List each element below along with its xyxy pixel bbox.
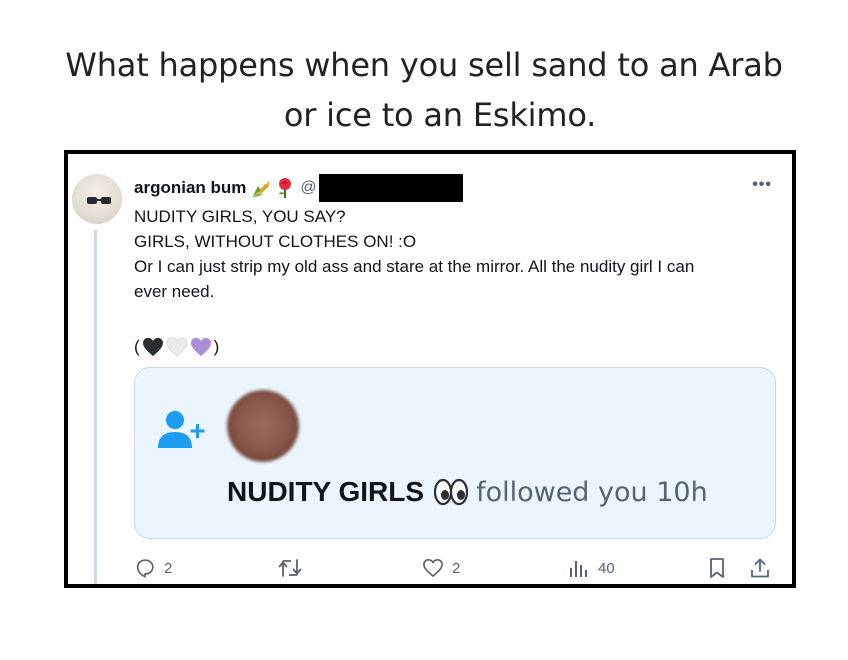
follow-message: followed you 10h bbox=[476, 476, 708, 508]
share-icon bbox=[751, 558, 769, 578]
retweet-button[interactable] bbox=[278, 556, 310, 580]
white-heart-icon bbox=[166, 336, 188, 357]
tweet-header: argonian bum @ bbox=[134, 174, 463, 202]
tweet-text-line: Or I can just strip my old ass and stare… bbox=[134, 257, 695, 276]
follower-name: NUDITY GIRLS bbox=[227, 476, 425, 507]
bookmark-icon bbox=[710, 558, 724, 578]
purple-heart-icon bbox=[190, 337, 211, 356]
handle-prefix[interactable]: @ bbox=[300, 179, 316, 197]
tweet-text: NUDITY GIRLS, YOU SAY? GIRLS, WITHOUT CL… bbox=[134, 204, 784, 359]
eyes-emoji-icon bbox=[434, 478, 469, 506]
retweet-icon bbox=[278, 559, 302, 577]
tweet-action-bar: 2 2 40 bbox=[132, 556, 782, 580]
reply-count: 2 bbox=[164, 559, 173, 577]
rose-emoji-icon bbox=[276, 177, 294, 199]
hearts-close-paren: ) bbox=[213, 337, 220, 356]
caption-line-1: What happens when you sell sand to an Ar… bbox=[65, 46, 783, 84]
display-name[interactable]: argonian bum bbox=[134, 178, 246, 198]
glasses-icon bbox=[87, 197, 111, 204]
like-count: 2 bbox=[452, 559, 461, 577]
thread-line bbox=[94, 230, 97, 584]
heart-icon bbox=[423, 559, 443, 577]
tweet-text-line: NUDITY GIRLS, YOU SAY? bbox=[134, 207, 346, 226]
black-heart-icon bbox=[142, 337, 163, 356]
hearts-open-paren: ( bbox=[134, 337, 140, 356]
corn-emoji-icon bbox=[250, 178, 272, 198]
reply-icon bbox=[136, 559, 154, 578]
embedded-notification-image[interactable]: NUDITY GIRLS followed you 10h bbox=[134, 367, 776, 539]
tweet-text-line: ever need. bbox=[134, 282, 215, 301]
like-button[interactable]: 2 bbox=[422, 556, 460, 580]
share-button[interactable] bbox=[749, 556, 771, 580]
bookmark-button[interactable] bbox=[707, 556, 727, 580]
more-options-icon[interactable]: ••• bbox=[752, 176, 772, 194]
reply-button[interactable]: 2 bbox=[134, 556, 172, 580]
tweet-text-line: GIRLS, WITHOUT CLOTHES ON! :O bbox=[134, 232, 417, 251]
hearts-line: ( ) bbox=[134, 334, 784, 359]
follower-avatar-blurred bbox=[227, 390, 299, 462]
views-button[interactable]: 40 bbox=[568, 556, 615, 580]
avatar[interactable] bbox=[72, 174, 122, 224]
redacted-handle bbox=[318, 174, 463, 202]
follow-user-icon bbox=[158, 411, 205, 448]
follow-notification-text: NUDITY GIRLS followed you 10h bbox=[227, 476, 708, 508]
views-count: 40 bbox=[598, 559, 615, 577]
tweet-screenshot-frame: argonian bum @ ••• NUDITY GIRLS, YOU SAY… bbox=[64, 150, 796, 588]
analytics-icon bbox=[570, 561, 587, 577]
caption-line-2: or ice to an Eskimo. bbox=[283, 96, 597, 134]
meme-caption: What happens when you sell sand to an Ar… bbox=[0, 40, 848, 140]
